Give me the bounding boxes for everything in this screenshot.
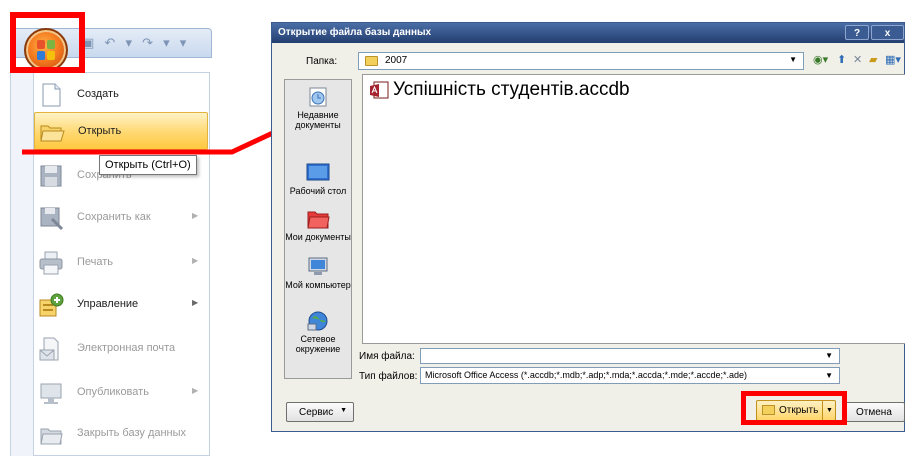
chevron-down-icon: ▼ (340, 407, 347, 414)
submenu-arrow-icon: ▶ (192, 211, 199, 220)
chevron-down-icon: ▼ (789, 55, 797, 64)
close-database-icon (38, 421, 64, 447)
menu-item-email[interactable]: Электронная почта (34, 330, 208, 368)
menu-item-label: Открыть (78, 125, 122, 137)
place-my-computer[interactable]: Мой компьютер (285, 256, 351, 290)
menu-item-print[interactable]: Печать ▶ (34, 244, 208, 282)
save-as-icon (38, 205, 64, 231)
folder-icon (365, 56, 378, 66)
places-bar: Недавние документы Рабочий стол Мои доку… (284, 79, 352, 379)
back-icon[interactable]: ◉▾ (813, 53, 828, 66)
menu-item-label: Создать (77, 88, 119, 100)
file-name: Успішність студентів.accdb (393, 79, 630, 100)
email-icon (38, 336, 64, 362)
recent-documents-icon (306, 86, 330, 108)
network-icon (306, 310, 330, 332)
menu-item-manage[interactable]: Управление ▶ (34, 286, 208, 324)
delete-icon[interactable]: ✕ (853, 53, 862, 66)
open-database-dialog: Открытие файла базы данных ? x Папка: 20… (271, 22, 905, 432)
place-label: Недавние документы (295, 110, 341, 130)
cancel-button[interactable]: Отмена (845, 402, 905, 422)
close-button[interactable]: x (871, 25, 904, 40)
help-button[interactable]: ? (845, 25, 869, 40)
quick-access-icons[interactable]: ▣ ↶ ▾ ↷ ▾ ▾ (82, 36, 189, 51)
menu-item-label: Закрыть базу данных (77, 427, 187, 439)
up-folder-icon[interactable]: ⬆ (837, 53, 846, 66)
views-icon[interactable]: ▦▾ (885, 53, 901, 66)
printer-icon (38, 250, 64, 276)
folder-select[interactable]: 2007 ▼ (358, 52, 804, 70)
menu-item-open[interactable]: Открыть (34, 112, 208, 150)
menu-item-label: Электронная почта (77, 342, 176, 354)
dialog-title: Открытие файла базы данных (278, 27, 432, 38)
menu-item-label: Печать (77, 256, 114, 268)
filename-label: Имя файла: (359, 351, 415, 362)
menu-item-close-database[interactable]: Закрыть базу данных (34, 415, 208, 453)
submenu-arrow-icon: ▶ (192, 386, 199, 395)
place-desktop[interactable]: Рабочий стол (285, 162, 351, 196)
highlight-frame-open-button (741, 391, 847, 425)
folder-value: 2007 (385, 55, 408, 66)
place-my-documents[interactable]: Мои документы (285, 208, 351, 242)
submenu-arrow-icon: ▶ (192, 298, 199, 307)
place-label: Мои документы (285, 232, 351, 242)
filetype-value: Microsoft Office Access (*.accdb;*.mdb;*… (425, 370, 747, 380)
dialog-titlebar: Открытие файла базы данных ? x (272, 23, 904, 43)
place-label: Рабочий стол (289, 186, 347, 196)
my-computer-icon (306, 256, 330, 278)
dialog-toolbar: ◉▾ ⬆ ✕ ▰ ▦▾ (813, 52, 905, 70)
menu-item-label: Опубликовать (77, 386, 149, 398)
publish-icon (38, 380, 64, 406)
submenu-arrow-icon: ▶ (192, 256, 199, 265)
chevron-down-icon: ▼ (825, 351, 833, 360)
menu-left-strip (10, 72, 33, 456)
open-folder-icon (39, 119, 65, 145)
open-tooltip: Открыть (Ctrl+O) (99, 155, 197, 175)
menu-item-create[interactable]: Создать (34, 76, 208, 114)
access-file-icon (369, 81, 389, 99)
cancel-label: Отмена (856, 407, 892, 418)
service-label: Сервис (299, 407, 334, 418)
highlight-frame-office-button (10, 12, 85, 73)
new-folder-icon[interactable]: ▰ (869, 53, 877, 66)
tooltip-text: Открыть (Ctrl+O) (105, 159, 191, 171)
save-disk-icon (38, 163, 64, 189)
service-button[interactable]: Сервис ▼ (286, 402, 354, 422)
menu-item-label: Управление (77, 298, 139, 310)
filetype-label: Тип файлов: (359, 371, 418, 382)
filename-input[interactable]: ▼ (420, 348, 840, 364)
menu-item-label: Сохранить как (77, 211, 151, 223)
place-recent-documents[interactable]: Недавние документы (285, 86, 351, 130)
file-list[interactable]: Успішність студентів.accdb (362, 74, 905, 344)
filetype-select[interactable]: Microsoft Office Access (*.accdb;*.mdb;*… (420, 367, 840, 384)
my-documents-icon (306, 208, 330, 230)
office-menu: ▣ ↶ ▾ ↷ ▾ ▾ Создать Открыть Сохранить Со… (0, 0, 212, 459)
folder-label: Папка: (306, 56, 338, 67)
place-network[interactable]: Сетевое окружение (285, 310, 351, 354)
place-label: Сетевое окружение (295, 334, 341, 354)
chevron-down-icon: ▼ (825, 371, 833, 380)
desktop-icon (306, 162, 330, 184)
menu-item-save-as[interactable]: Сохранить как ▶ (34, 199, 208, 237)
manage-icon (38, 292, 64, 318)
place-label: Мой компьютер (285, 280, 351, 290)
new-document-icon (38, 82, 64, 108)
menu-item-publish[interactable]: Опубликовать ▶ (34, 374, 208, 412)
